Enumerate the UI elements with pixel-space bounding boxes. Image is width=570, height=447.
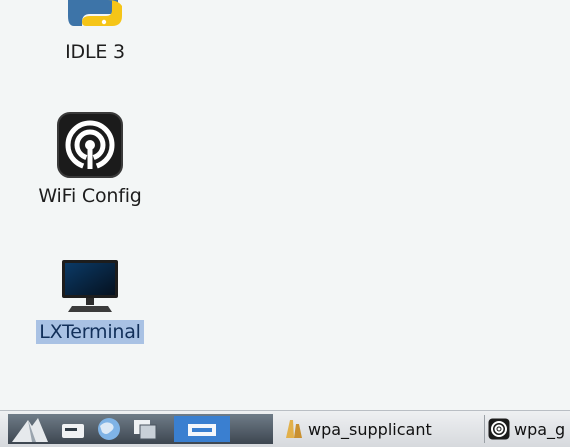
menu-icon[interactable] xyxy=(8,414,52,444)
desktop-icon-lxterminal[interactable]: LXTerminal xyxy=(25,258,155,344)
wifi-icon xyxy=(57,112,123,178)
show-desktop-icon xyxy=(188,424,216,436)
desktop-icon-wifi-config[interactable]: WiFi Config xyxy=(20,112,160,208)
desktop-icon-idle3[interactable]: IDLE 3 xyxy=(40,0,150,64)
task-label: wpa_supplicant xyxy=(308,419,432,439)
windows-icon[interactable] xyxy=(130,414,160,444)
taskbar: wpa_supplicant wpa_g xyxy=(0,410,570,447)
desktop: IDLE 3 WiFi Config LXTerminal xyxy=(0,0,570,410)
task-button-wpa-gui[interactable]: wpa_g xyxy=(484,415,570,443)
folder-icon xyxy=(286,420,302,438)
file-manager-icon[interactable] xyxy=(58,414,88,444)
launcher-bar xyxy=(8,414,273,444)
task-label: wpa_g xyxy=(514,419,566,439)
wifi-icon xyxy=(488,418,510,440)
python-icon xyxy=(68,0,122,26)
desktop-icon-label: IDLE 3 xyxy=(65,41,125,63)
web-browser-icon[interactable] xyxy=(94,414,124,444)
desktop-icon-label: WiFi Config xyxy=(38,185,142,207)
task-button-wpa-supplicant[interactable]: wpa_supplicant xyxy=(284,415,474,443)
desktop-icon-label: LXTerminal xyxy=(36,320,144,344)
show-desktop-button[interactable] xyxy=(174,416,230,442)
monitor-icon xyxy=(62,260,118,312)
